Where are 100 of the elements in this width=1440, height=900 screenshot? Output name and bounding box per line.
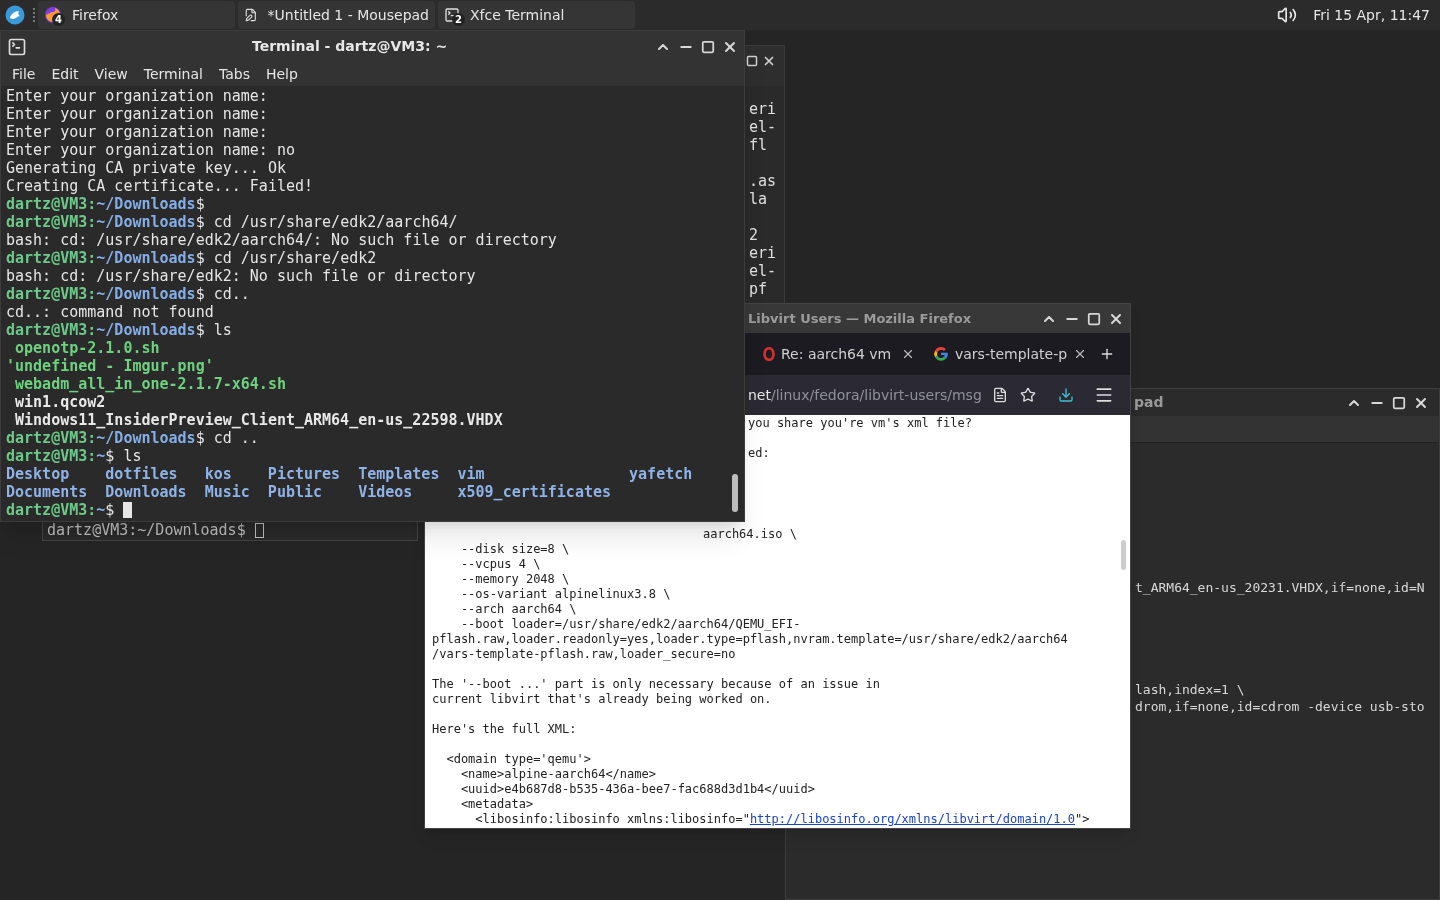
page-line: Here's the full XML: <box>432 722 578 737</box>
task-label: *Untitled 1 - Mousepad <box>267 5 429 25</box>
window-title: Terminal - dartz@VM3: ~ <box>252 37 448 56</box>
terminal-line: Generating CA private key... Ok <box>6 159 287 177</box>
folder-name: kos <box>204 465 233 483</box>
tab-title: vars-template-p <box>955 344 1068 364</box>
taskbar-button[interactable]: 4 Firefox <box>38 1 235 29</box>
notepad-pen-icon <box>244 7 258 23</box>
count-badge: 2 <box>452 13 465 26</box>
folder-name: Templates <box>358 465 441 483</box>
address-field[interactable]: net/linux/fedora/libvirt-users/msg <box>748 384 982 406</box>
menu-item[interactable]: View <box>86 63 136 85</box>
prompt-line: dartz@VM3:~/Downloads$ ls <box>6 321 232 339</box>
terminal-line: .as <box>749 172 778 190</box>
taskbar-button[interactable]: *Untitled 1 - Mousepad <box>238 1 435 29</box>
prompt-line: dartz@VM3:~/Downloads$ cd.. <box>6 285 250 303</box>
folder-name: Pictures <box>267 465 342 483</box>
terminal-line: la <box>749 190 769 208</box>
menu-item[interactable]: Tabs <box>210 63 258 85</box>
page-line: ed: <box>747 446 771 461</box>
file-name: Windows11_InsiderPreview_Client_ARM64_en-us_22598.VHDX <box>15 411 503 429</box>
page-line: current libvirt that's already being worked on. <box>432 692 773 707</box>
bookmark-star-icon[interactable] <box>1019 387 1036 403</box>
folder-name: Documents <box>6 483 89 501</box>
terminal-icon[interactable] <box>7 36 27 57</box>
page-line: --boot loader=/usr/share/edk2/aarch64/QEMU_EFI- <box>459 617 802 632</box>
maximize-button[interactable] <box>1087 311 1101 326</box>
menu-item[interactable]: File <box>4 63 44 85</box>
taskbar-button[interactable]: 2 Xfce Terminal <box>438 1 635 29</box>
tab-title: Re: aarch64 vm <box>781 344 892 364</box>
window-title: Libvirt Users — Mozilla Firefox <box>748 309 972 328</box>
page-line: <uuid>e4b687d8-b535-436a-bee7-fac688d3d1b4</uuid> <box>459 782 816 797</box>
scrollbar-thumb[interactable] <box>732 474 738 512</box>
folder-name: Desktop <box>6 465 71 483</box>
new-tab-button[interactable] <box>1099 346 1115 362</box>
folder-name: dotfiles <box>105 465 179 483</box>
speaker-icon[interactable] <box>1277 5 1298 25</box>
count-badge: 4 <box>52 13 65 26</box>
menu-item[interactable]: Help <box>257 63 306 85</box>
folder-name: vim <box>457 465 486 483</box>
prompt-line: dartz@VM3:~/Downloads$ <box>47 522 246 539</box>
maximize-button[interactable] <box>1392 395 1406 410</box>
page-line: aarch64.iso \ <box>702 527 798 542</box>
file-name: webadm_all_in_one-2.1.7-x64.sh <box>15 375 286 393</box>
terminal-line: Enter your organization name: <box>6 87 269 105</box>
close-tab-button[interactable] <box>901 347 915 361</box>
text-line: t_ARM64_en-us_20231.VHDX,if=none,id=N <box>1135 579 1426 596</box>
folder-name: x509_certificates <box>457 483 612 501</box>
prompt-line: dartz@VM3:~/Downloads$ cd .. <box>6 429 259 447</box>
page-link[interactable]: http://libosinfo.org/xmlns/libvirt/domain/1.0 <box>749 812 1075 828</box>
terminal-line: Enter your organization name: <box>6 123 269 141</box>
page-line: The '--boot ...' part is only necessary because of an issue in <box>432 677 881 692</box>
page-line: <domain type='qemu'> <box>445 752 592 767</box>
text-cursor <box>254 523 264 538</box>
prompt-line: dartz@VM3:~/Downloads$ cd /usr/share/edk2 <box>6 249 377 267</box>
terminal-line: el- <box>749 262 778 280</box>
task-label: Xfce Terminal <box>470 5 565 25</box>
terminal-line: bash: cd: /usr/share/edk2: No such file or directory <box>6 267 477 285</box>
folder-name: Videos <box>358 483 414 501</box>
page-line: "> <box>1075 812 1090 828</box>
page-line: --os-variant alpinelinux3.8 \ <box>459 587 672 602</box>
page-line: <metadata> <box>459 797 535 812</box>
terminal-line: pf <box>749 280 769 298</box>
terminal-line: 2 <box>749 226 760 244</box>
prompt-line: dartz@VM3:~$ <box>6 501 115 519</box>
text-line: drom,if=none,id=cdrom -device usb-sto <box>1135 698 1426 715</box>
page-line: <libosinfo:libosinfo xmlns:libosinfo=" <box>474 812 750 828</box>
task-label: Firefox <box>72 5 119 25</box>
file-name: win1.qcow2 <box>15 393 106 411</box>
ring-logo-icon <box>933 346 949 362</box>
page-line: pflash.raw,loader.readonly=yes,loader.type=pflash,nvram.template=/usr/share/edk2/aarch64 <box>432 632 1069 647</box>
app-menu-icon[interactable] <box>5 5 25 25</box>
maximize-button[interactable] <box>701 39 715 54</box>
page-line: --disk size=8 \ <box>459 542 571 557</box>
download-icon[interactable] <box>1057 387 1074 403</box>
folder-name: Public <box>267 483 324 501</box>
folder-name: Downloads <box>105 483 188 501</box>
window-title: pad <box>1134 393 1164 412</box>
menu-item[interactable]: Edit <box>43 63 87 85</box>
prompt-line: dartz@VM3:~/Downloads$ cd /usr/share/edk2/aarch64/ <box>6 213 458 231</box>
file-name: openotp-2.1.0.sh <box>15 339 160 357</box>
menu-item[interactable]: Terminal <box>135 63 211 85</box>
scrollbar-thumb[interactable] <box>1121 540 1126 570</box>
terminal-line: eri <box>749 244 778 262</box>
maximize-button[interactable] <box>746 55 758 67</box>
terminal-line: eri <box>749 100 778 118</box>
terminal-line: fl <box>749 136 769 154</box>
page-line: --memory 2048 \ <box>459 572 571 587</box>
browser-tab[interactable]: vars-template-p <box>925 337 1093 371</box>
folder-name: yafetch <box>629 465 694 483</box>
reader-view-icon[interactable] <box>991 387 1008 403</box>
clock-text[interactable]: Fri 15 Apr, 11:47 <box>1313 4 1430 26</box>
file-name: 'undefined - Imgur.png' <box>6 357 214 375</box>
browser-tab[interactable]: Re: aarch64 vm <box>755 337 923 371</box>
terminal-line: Enter your organization name: <box>6 105 269 123</box>
page-line: <name>alpine-aarch64</name> <box>459 767 657 782</box>
page-line: --vcpus 4 \ <box>459 557 542 572</box>
prompt-line: dartz@VM3:~$ ls <box>6 447 142 465</box>
close-button[interactable] <box>762 54 776 68</box>
terminal-line: Enter your organization name: no <box>6 141 296 159</box>
